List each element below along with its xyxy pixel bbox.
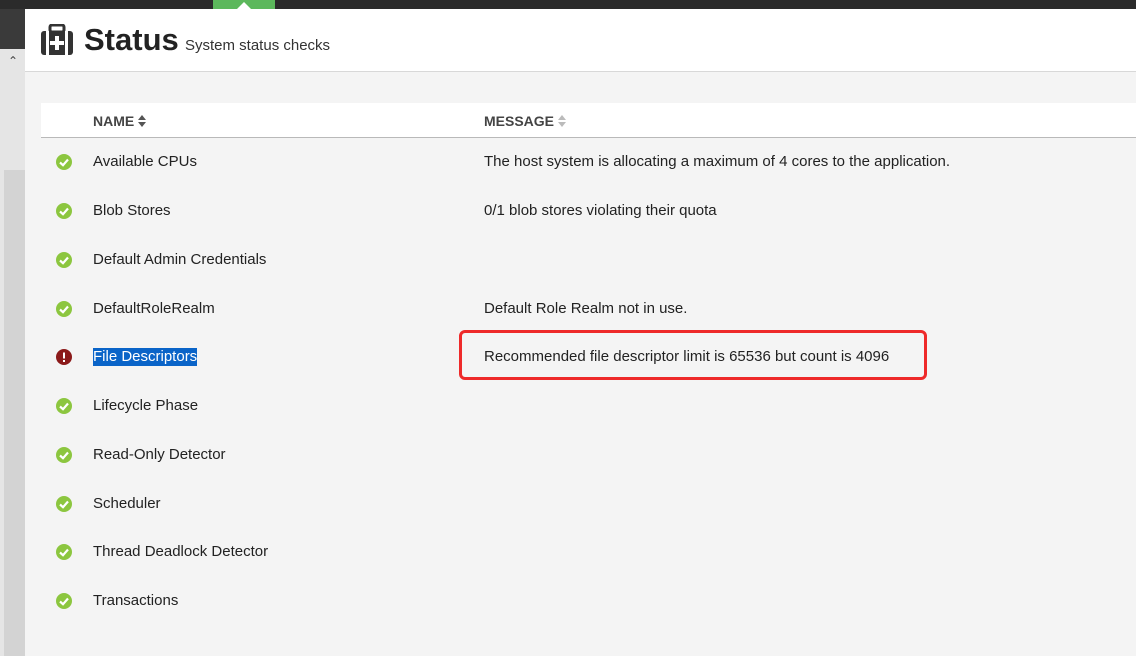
check-circle-icon xyxy=(56,301,72,317)
status-check-name: Default Admin Credentials xyxy=(93,251,267,268)
check-circle-icon xyxy=(56,203,72,219)
status-check-name: File Descriptors xyxy=(93,348,198,366)
caret-up-icon xyxy=(237,2,251,9)
sort-icon xyxy=(558,114,567,128)
status-check-name: Transactions xyxy=(93,592,179,609)
page-header: Status System status checks xyxy=(25,9,1136,72)
column-header-name[interactable]: NAME xyxy=(93,112,147,130)
check-circle-icon xyxy=(56,447,72,463)
check-circle-icon xyxy=(56,154,72,170)
column-header-message-label: MESSAGE xyxy=(484,113,555,129)
check-circle-icon xyxy=(56,252,72,268)
status-check-message: Default Role Realm not in use. xyxy=(484,300,688,317)
page-title: Status xyxy=(84,22,179,57)
table-row[interactable]: Thread Deadlock Detector xyxy=(41,528,1136,577)
column-header-name-label: NAME xyxy=(93,113,135,129)
table-row[interactable]: Scheduler xyxy=(41,480,1136,529)
status-check-name: DefaultRoleRealm xyxy=(93,300,215,317)
table-row[interactable]: Default Admin Credentials xyxy=(41,236,1136,285)
annotation-highlight-box xyxy=(459,330,927,380)
status-check-name: Read-Only Detector xyxy=(93,446,226,463)
check-circle-icon xyxy=(56,544,72,560)
table-header: NAME MESSAGE xyxy=(41,103,1136,138)
page-subtitle: System status checks xyxy=(185,37,331,54)
sidebar-scrollbar[interactable] xyxy=(4,170,25,656)
table-row[interactable]: Read-Only Detector xyxy=(41,431,1136,480)
top-navigation-bar xyxy=(0,0,1136,9)
status-check-name: Available CPUs xyxy=(93,153,197,170)
medical-kit-icon xyxy=(40,23,74,56)
check-circle-icon xyxy=(56,593,72,609)
active-menu-tab[interactable] xyxy=(213,0,275,9)
check-circle-icon xyxy=(56,496,72,512)
status-check-name: Thread Deadlock Detector xyxy=(93,543,269,560)
left-sidebar-top xyxy=(0,9,25,49)
sort-icon xyxy=(138,114,147,128)
column-header-message[interactable]: MESSAGE xyxy=(484,112,567,130)
status-check-name: Scheduler xyxy=(93,495,161,512)
check-circle-icon xyxy=(56,398,72,414)
table-row[interactable]: Available CPUs The host system is alloca… xyxy=(41,138,1136,187)
table-row[interactable]: Transactions xyxy=(41,577,1136,626)
status-check-name: Blob Stores xyxy=(93,202,171,219)
table-row[interactable]: DefaultRoleRealm Default Role Realm not … xyxy=(41,285,1136,334)
status-check-name: Lifecycle Phase xyxy=(93,397,199,414)
chevron-up-icon[interactable]: ⌃ xyxy=(6,55,20,67)
status-check-message: The host system is allocating a maximum … xyxy=(484,153,951,170)
table-row[interactable]: Lifecycle Phase xyxy=(41,382,1136,431)
status-check-message: 0/1 blob stores violating their quota xyxy=(484,202,717,219)
error-circle-icon xyxy=(56,349,72,365)
table-row[interactable]: Blob Stores 0/1 blob stores violating th… xyxy=(41,187,1136,236)
